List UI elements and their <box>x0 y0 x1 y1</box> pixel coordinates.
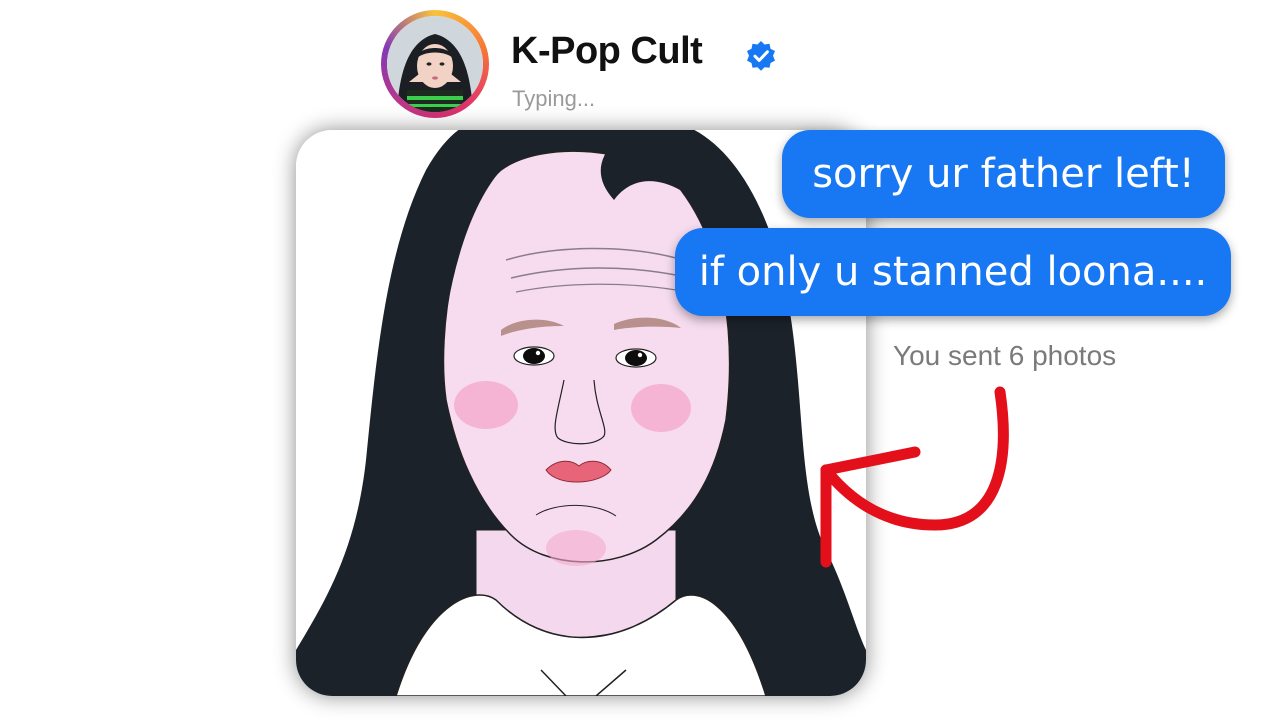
photos-sent-note: You sent 6 photos <box>893 340 1117 371</box>
typing-status: Typing... <box>512 86 596 111</box>
message-bubble[interactable]: sorry ur father left! <box>782 130 1225 218</box>
avatar[interactable] <box>387 16 483 112</box>
cartoon-portrait-image <box>296 130 866 696</box>
profile-avatar-ring[interactable] <box>381 10 489 118</box>
contact-name[interactable]: K-Pop Cult <box>511 30 703 73</box>
verified-badge-icon <box>747 41 775 71</box>
sent-photo[interactable] <box>296 130 866 696</box>
avatar-photo <box>387 16 483 112</box>
message-bubble[interactable]: if only u stanned loona.... <box>675 228 1231 316</box>
